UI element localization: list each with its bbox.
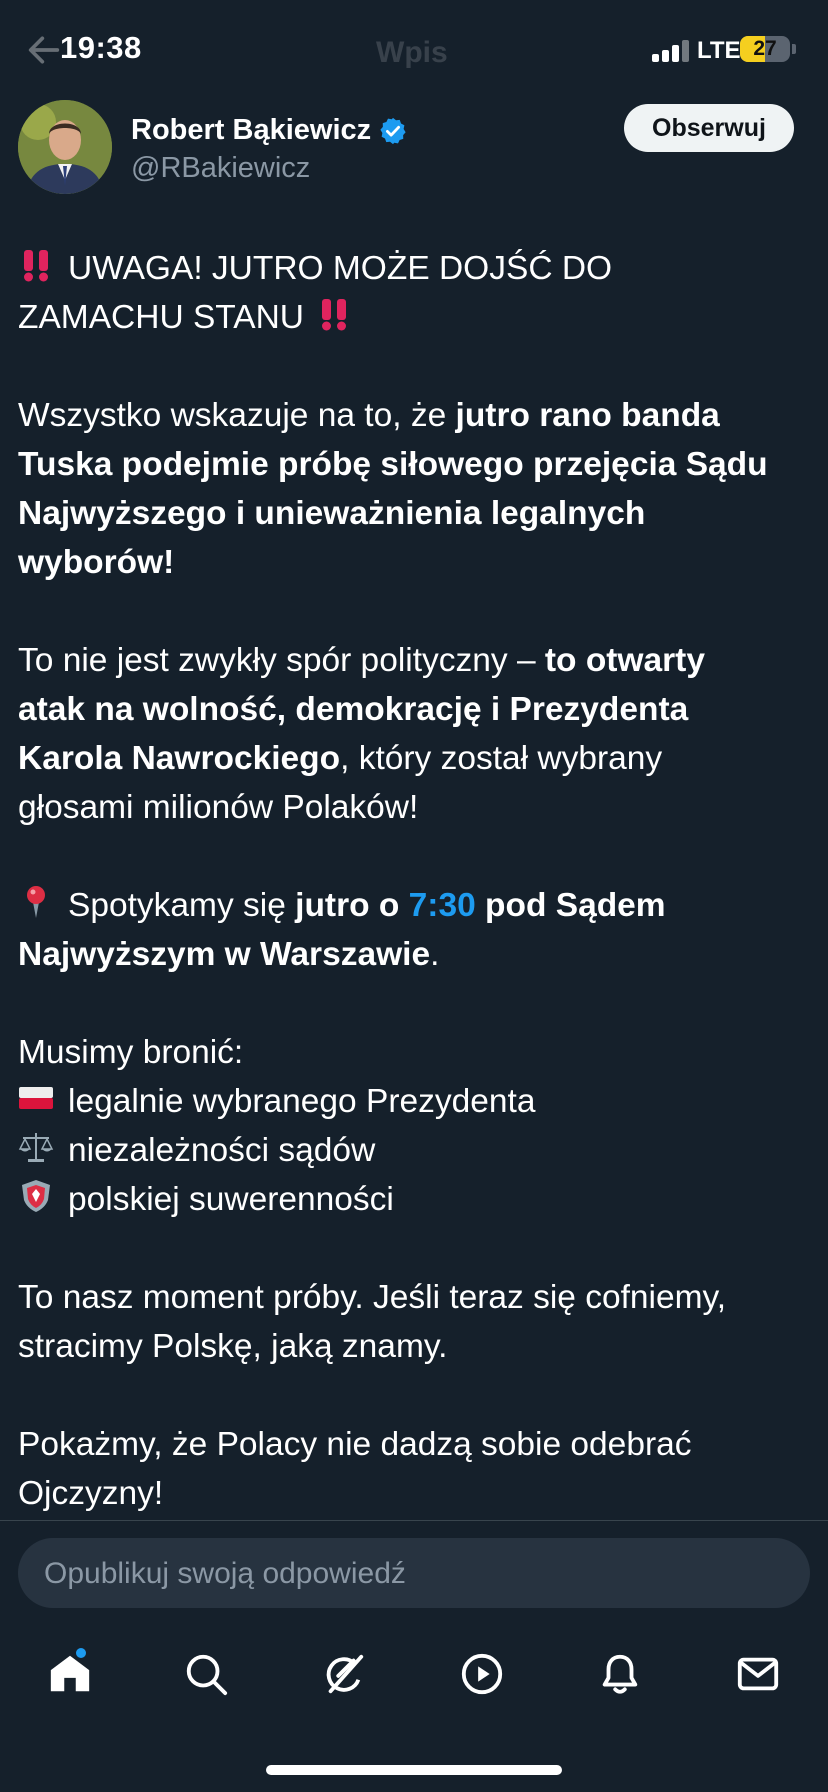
- verified-badge-icon: [380, 117, 406, 144]
- tweet-bold-text: pod Sądem: [475, 887, 666, 924]
- new-posts-dot: [76, 1648, 86, 1658]
- tweet-line: .: [430, 936, 440, 973]
- tweet-line: ZAMACHU STANU: [18, 299, 304, 336]
- tweet-bold-text: to otwarty: [544, 642, 705, 679]
- tweet-bold-text: jutro o: [295, 887, 409, 924]
- battery-level: 27: [753, 37, 777, 60]
- grok-icon: [326, 1654, 364, 1694]
- tweet-line: Pokażmy, że Polacy nie dadzą sobie odebr…: [18, 1426, 692, 1463]
- nav-search[interactable]: [174, 1642, 238, 1706]
- pin-icon: [27, 886, 45, 918]
- time-link[interactable]: 7:30: [409, 887, 476, 924]
- notifications-icon: [602, 1654, 638, 1694]
- tweet-text: UWAGA! JUTRO MOŻE DOJŚĆ DO ZAMACHU STANU…: [18, 244, 813, 1518]
- messages-icon: [737, 1657, 779, 1691]
- tweet-paragraph: To nasz moment próby. Jeśli teraz się co…: [18, 1273, 813, 1371]
- poland-flag-icon: [19, 1087, 53, 1109]
- nav-messages[interactable]: [726, 1642, 790, 1706]
- tweet-paragraph: UWAGA! JUTRO MOŻE DOJŚĆ DO ZAMACHU STANU: [18, 244, 813, 342]
- double-exclamation-icon: [24, 250, 48, 282]
- author-name[interactable]: Robert Bąkiewicz: [131, 114, 371, 147]
- tweet-paragraph: To nie jest zwykły spór polityczny – to …: [18, 636, 813, 832]
- header-title: Wpis: [376, 36, 448, 69]
- nav-home[interactable]: [38, 1642, 102, 1706]
- tweet-line: To nasz moment próby. Jeśli teraz się co…: [18, 1279, 727, 1316]
- double-exclamation-icon: [322, 299, 346, 331]
- tweet-line: Musimy bronić:: [18, 1034, 244, 1071]
- tweet-paragraph: Pokażmy, że Polacy nie dadzą sobie odebr…: [18, 1420, 813, 1518]
- tweet-bold-line: atak na wolność, demokrację i Prezydenta: [18, 691, 689, 728]
- tweet-paragraph: Musimy bronić: legalnie wybranego Prezyd…: [18, 1028, 813, 1224]
- tweet-line: Ojczyzny!: [18, 1475, 164, 1512]
- tweet-bold-text: Karola Nawrockiego: [18, 740, 341, 777]
- status-bar: 19:38 Wpis LTE 27: [0, 0, 828, 100]
- tweet-line: To nie jest zwykły spór polityczny –: [18, 642, 545, 679]
- home-icon: [50, 1655, 90, 1692]
- follow-button[interactable]: Obserwuj: [624, 104, 794, 152]
- tweet-header: Robert Bąkiewicz @RBakiewicz Obserwuj: [0, 100, 828, 210]
- tweet-bold-line: wyborów!: [18, 544, 175, 581]
- status-time: 19:38: [60, 30, 142, 65]
- nav-notifications[interactable]: [588, 1642, 652, 1706]
- reply-input[interactable]: [42, 1538, 786, 1610]
- avatar[interactable]: [18, 100, 112, 194]
- tweet-line: legalnie wybranego Prezydenta: [68, 1083, 536, 1120]
- tweet-line: , który został wybrany: [340, 740, 663, 777]
- back-arrow-icon[interactable]: [24, 30, 64, 70]
- tweet-line: Wszystko wskazuje na to, że: [18, 397, 456, 434]
- network-type: LTE: [697, 37, 741, 64]
- scales-icon: [18, 1133, 54, 1162]
- tweet-paragraph: Spotykamy się jutro o 7:30 pod Sądem Naj…: [18, 881, 813, 979]
- tweet-line: niezależności sądów: [68, 1132, 376, 1169]
- tweet-line: Spotykamy się: [68, 887, 296, 924]
- nav-video[interactable]: [450, 1642, 514, 1706]
- reply-box[interactable]: [18, 1538, 810, 1610]
- nav-grok[interactable]: [312, 1642, 376, 1706]
- divider: [0, 1520, 828, 1521]
- tweet-line: polskiej suwerenności: [68, 1181, 394, 1218]
- search-icon: [186, 1654, 228, 1696]
- tweet-bold-text: jutro rano banda: [455, 397, 720, 434]
- battery-tip: [792, 44, 796, 54]
- signal-icon: [652, 40, 692, 62]
- author-handle[interactable]: @RBakiewicz: [131, 152, 310, 185]
- tweet-bold-line: Tuska podejmie próbę siłowego przejęcia …: [18, 446, 768, 483]
- video-icon: [461, 1653, 503, 1695]
- bottom-nav: [0, 1628, 828, 1724]
- tweet-paragraph: Wszystko wskazuje na to, że jutro rano b…: [18, 391, 813, 587]
- tweet-line: głosami milionów Polaków!: [18, 789, 419, 826]
- author-name-row: Robert Bąkiewicz: [131, 114, 408, 147]
- battery-icon: 27: [740, 36, 790, 62]
- tweet-line: UWAGA! JUTRO MOŻE DOJŚĆ DO: [68, 250, 613, 287]
- home-indicator[interactable]: [266, 1765, 562, 1775]
- tweet-bold-line: Najwyższego i unieważnienia legalnych: [18, 495, 646, 532]
- tweet-bold-text: Najwyższym w Warszawie: [18, 936, 431, 973]
- tweet-line: stracimy Polskę, jaką znamy.: [18, 1328, 448, 1365]
- shield-icon: [22, 1180, 50, 1212]
